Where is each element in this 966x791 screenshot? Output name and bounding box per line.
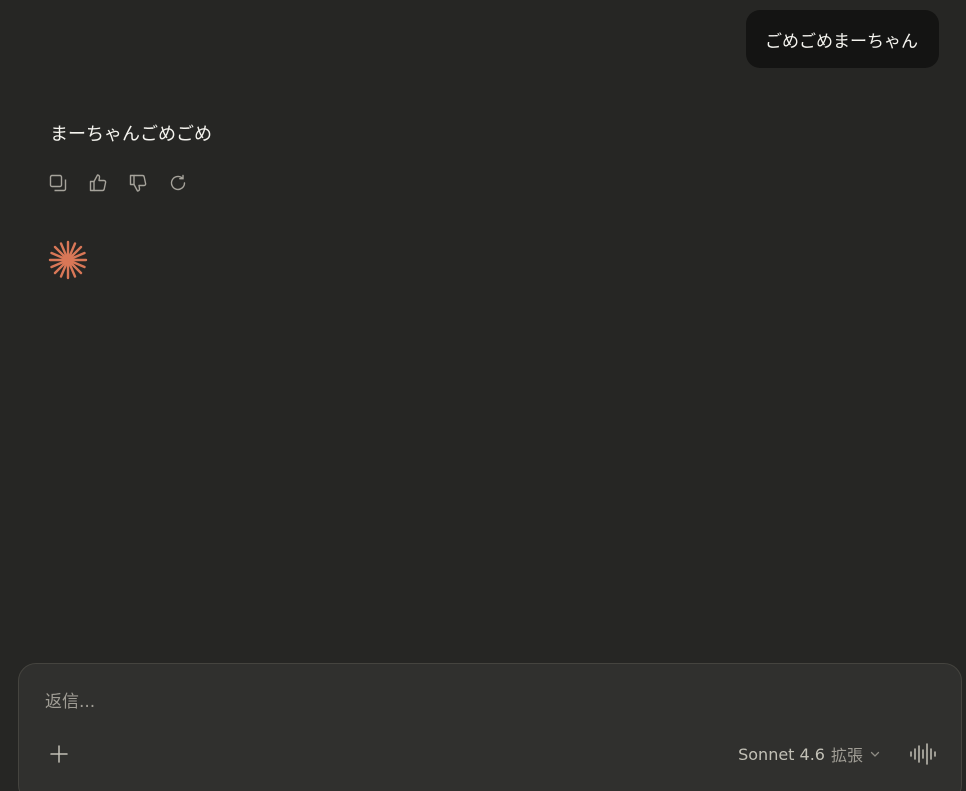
copy-button[interactable] [48,172,68,194]
thumbs-up-button[interactable] [88,172,108,194]
reply-input[interactable] [45,692,845,712]
thumbs-down-button[interactable] [128,172,148,194]
voice-mode-button[interactable] [909,740,937,768]
retry-icon [170,174,186,191]
add-attachment-button[interactable] [47,742,71,766]
copy-icon [49,174,67,192]
model-selector[interactable]: Sonnet 4.6 拡張 [738,742,881,766]
assistant-message-text: まーちゃんごめごめ [50,124,212,145]
user-message-text: ごめごめまーちゃん [765,31,918,52]
chat-page: ごめごめまーちゃん まーちゃんごめごめ 返信... Sonnet 4.6 拡張 [0,0,966,791]
user-message-bubble: ごめごめまーちゃん [746,10,939,68]
thumbs-up-icon [89,174,107,192]
chevron-down-icon [870,751,880,757]
audio-waveform-icon [910,743,936,765]
message-actions [48,172,188,194]
retry-button[interactable] [168,172,188,194]
message-composer: Sonnet 4.6 拡張 [18,663,962,791]
claude-spark-icon [48,240,88,280]
thumbs-down-icon [129,174,147,192]
model-mode: 拡張 [830,746,863,765]
plus-icon [50,745,68,763]
model-name: Sonnet 4.6 [738,744,825,764]
